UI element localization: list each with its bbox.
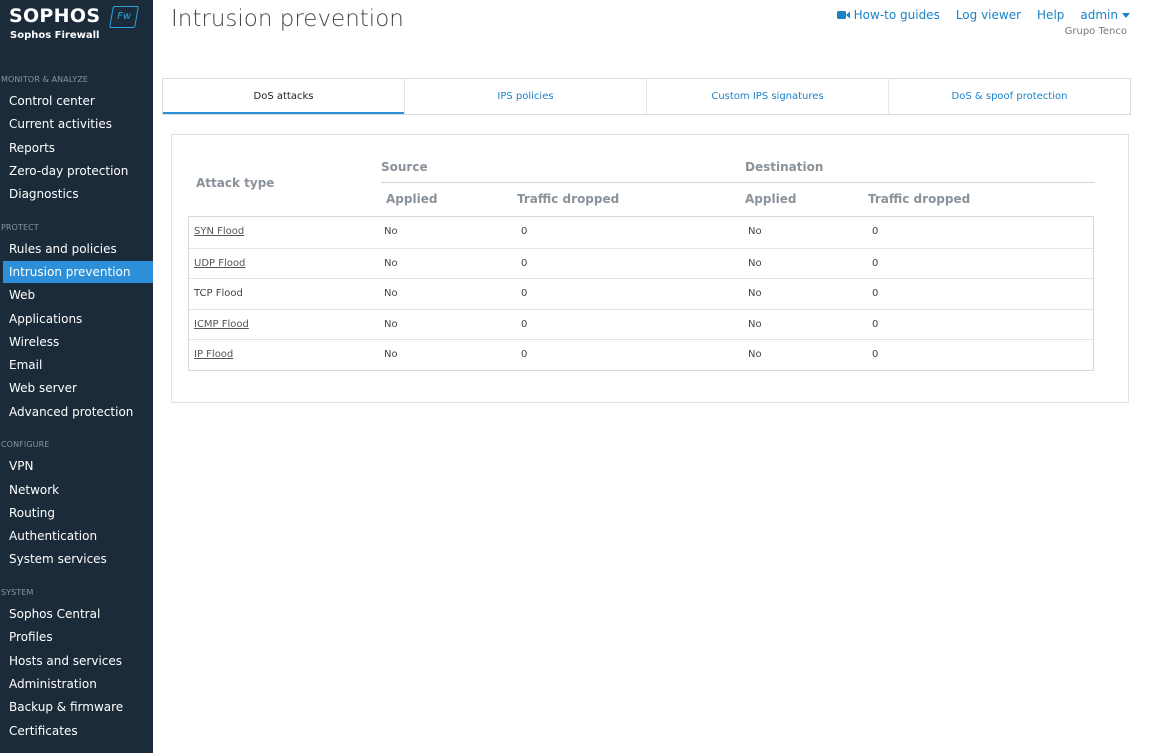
- table-row: SYN Flood No 0 No 0: [189, 217, 1093, 248]
- sidebar-item-intrusion-prevention[interactable]: Intrusion prevention: [3, 261, 153, 283]
- header-destination-applied: Applied: [745, 192, 797, 206]
- dst-applied: No: [748, 318, 762, 330]
- dst-dropped: 0: [872, 318, 879, 330]
- section-title-configure: CONFIGURE: [1, 440, 50, 449]
- src-applied: No: [384, 349, 398, 361]
- sidebar: SOPHOS Fw Sophos Firewall MONITOR & ANAL…: [0, 0, 153, 753]
- table-row: IP Flood No 0 No 0: [189, 339, 1093, 370]
- header-attack-type: Attack type: [196, 176, 275, 190]
- sidebar-item-system-services[interactable]: System services: [3, 548, 153, 570]
- dst-applied: No: [748, 226, 762, 237]
- video-camera-icon: [836, 10, 850, 20]
- header-source-traffic-dropped: Traffic dropped: [517, 192, 620, 206]
- src-dropped: 0: [521, 318, 528, 330]
- table-row: UDP Flood No 0 No 0: [189, 247, 1093, 279]
- sidebar-item-routing[interactable]: Routing: [3, 502, 153, 524]
- sidebar-item-applications[interactable]: Applications: [3, 308, 153, 330]
- src-applied: No: [384, 288, 398, 300]
- section-title-system: SYSTEM: [1, 588, 34, 597]
- dos-attacks-table: SYN Flood No 0 No 0 UDP Flood No 0 No 0 …: [188, 216, 1094, 371]
- sidebar-item-wireless[interactable]: Wireless: [3, 331, 153, 353]
- header-source-applied: Applied: [386, 192, 438, 206]
- attack-link-syn-flood[interactable]: SYN Flood: [194, 217, 244, 246]
- sidebar-item-vpn[interactable]: VPN: [3, 455, 153, 477]
- src-dropped: 0: [521, 226, 528, 237]
- sidebar-item-sophos-central[interactable]: Sophos Central: [3, 603, 153, 625]
- tab-dos-attacks[interactable]: DoS attacks: [163, 79, 404, 114]
- header-divider: [381, 182, 1095, 183]
- src-dropped: 0: [521, 288, 528, 300]
- dst-dropped: 0: [872, 288, 879, 300]
- attack-link-icmp-flood[interactable]: ICMP Flood: [194, 310, 249, 339]
- sophos-logo[interactable]: SOPHOS Fw Sophos Firewall: [9, 5, 149, 45]
- top-links: How-to guides Log viewer Help admin: [821, 8, 1130, 22]
- help-link[interactable]: Help: [1037, 8, 1064, 22]
- dst-dropped: 0: [872, 349, 879, 361]
- dst-applied: No: [748, 349, 762, 361]
- sidebar-item-control-center[interactable]: Control center: [3, 90, 153, 112]
- section-title-monitor: MONITOR & ANALYZE: [1, 75, 89, 84]
- sidebar-item-backup-firmware[interactable]: Backup & firmware: [3, 696, 153, 718]
- src-applied: No: [384, 318, 398, 330]
- dst-dropped: 0: [872, 226, 879, 237]
- how-to-guides-link[interactable]: How-to guides: [836, 8, 940, 22]
- sidebar-item-web[interactable]: Web: [3, 284, 153, 306]
- organization-name: Grupo Tenco: [1064, 26, 1127, 37]
- caret-down-icon: [1122, 12, 1130, 18]
- admin-user-label: admin: [1080, 8, 1118, 22]
- tab-bar: DoS attacks IPS policies Custom IPS sign…: [162, 78, 1131, 115]
- badge-text: Fw: [117, 11, 132, 22]
- attack-name-tcp-flood: TCP Flood: [194, 288, 243, 300]
- dos-attacks-panel: Attack type Source Destination Applied T…: [171, 134, 1129, 403]
- src-dropped: 0: [521, 349, 528, 361]
- src-applied: No: [384, 226, 398, 237]
- firewall-badge-icon: Fw: [109, 6, 139, 28]
- sidebar-item-current-activities[interactable]: Current activities: [3, 113, 153, 135]
- section-title-protect: PROTECT: [1, 223, 39, 232]
- header-source: Source: [381, 160, 428, 174]
- sidebar-item-email[interactable]: Email: [3, 354, 153, 376]
- table-row: TCP Flood No 0 No 0: [189, 278, 1093, 309]
- sidebar-item-reports[interactable]: Reports: [3, 137, 153, 159]
- header-destination-traffic-dropped: Traffic dropped: [868, 192, 971, 206]
- tab-dos-spoof-protection[interactable]: DoS & spoof protection: [888, 79, 1130, 114]
- tab-ips-policies[interactable]: IPS policies: [404, 79, 646, 114]
- sidebar-item-advanced-protection[interactable]: Advanced protection: [3, 401, 153, 423]
- sidebar-item-zero-day-protection[interactable]: Zero-day protection: [3, 160, 153, 182]
- attack-link-ip-flood[interactable]: IP Flood: [194, 340, 233, 369]
- sidebar-item-diagnostics[interactable]: Diagnostics: [3, 183, 153, 205]
- sidebar-item-rules-and-policies[interactable]: Rules and policies: [3, 238, 153, 260]
- sidebar-item-web-server[interactable]: Web server: [3, 377, 153, 399]
- src-applied: No: [384, 257, 398, 269]
- logo-word: SOPHOS: [9, 5, 101, 27]
- sidebar-item-hosts-and-services[interactable]: Hosts and services: [3, 650, 153, 672]
- page-title: Intrusion prevention: [171, 6, 404, 32]
- attack-link-udp-flood[interactable]: UDP Flood: [194, 249, 245, 278]
- dst-applied: No: [748, 288, 762, 300]
- log-viewer-link[interactable]: Log viewer: [956, 8, 1021, 22]
- dst-dropped: 0: [872, 257, 879, 269]
- sidebar-item-administration[interactable]: Administration: [3, 673, 153, 695]
- src-dropped: 0: [521, 257, 528, 269]
- sidebar-item-authentication[interactable]: Authentication: [3, 525, 153, 547]
- header-destination: Destination: [745, 160, 824, 174]
- sidebar-item-network[interactable]: Network: [3, 479, 153, 501]
- product-name: Sophos Firewall: [10, 30, 100, 41]
- sidebar-item-profiles[interactable]: Profiles: [3, 626, 153, 648]
- tab-custom-ips-signatures[interactable]: Custom IPS signatures: [646, 79, 888, 114]
- sidebar-item-certificates[interactable]: Certificates: [3, 720, 153, 742]
- dst-applied: No: [748, 257, 762, 269]
- admin-user-menu[interactable]: admin: [1080, 8, 1130, 22]
- table-row: ICMP Flood No 0 No 0: [189, 308, 1093, 340]
- how-to-guides-label: How-to guides: [853, 8, 940, 22]
